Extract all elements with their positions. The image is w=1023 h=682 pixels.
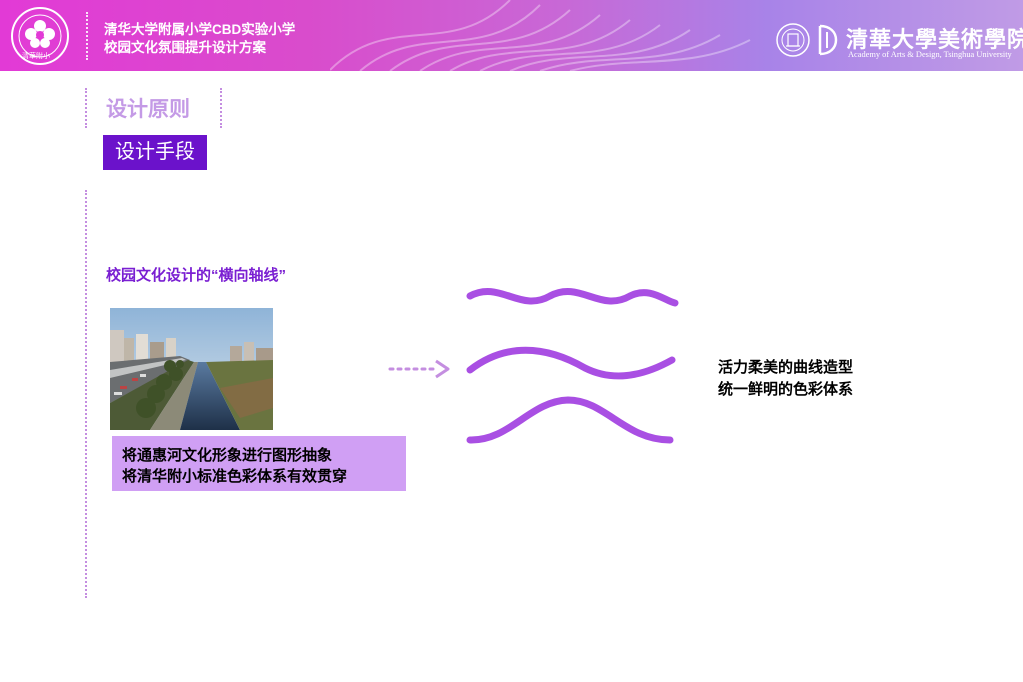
header-title-line2: 校园文化氛围提升设计方案: [104, 40, 266, 55]
tab-design-methods[interactable]: 设计手段: [103, 135, 207, 170]
caption-box: 将通惠河文化形象进行图形抽象 将清华附小标准色彩体系有效贯穿: [112, 436, 406, 491]
header-title-line1: 清华大学附属小学CBD实验小学: [104, 22, 296, 37]
academy-name-en: Academy of Arts & Design, Tsinghua Unive…: [848, 50, 1012, 59]
academy-logo-icon: [776, 23, 810, 57]
wave-line-top: [466, 288, 679, 307]
dotted-divider-left: [85, 88, 87, 128]
axis-heading: 校园文化设计的“横向轴线”: [106, 267, 287, 284]
dotted-divider-right: [220, 88, 222, 128]
dotted-arrow-icon: [388, 359, 450, 379]
caption-line-1: 将通惠河文化形象进行图形抽象: [122, 447, 333, 464]
wave-line-middle: [466, 346, 676, 380]
caption-line-2: 将清华附小标准色彩体系有效贯穿: [122, 468, 348, 485]
header-swirl-decoration: [330, 0, 751, 71]
result-line-2: 统一鲜明的色彩体系: [718, 381, 854, 398]
header-separator: [86, 12, 88, 60]
header-banner: 清華附小 清华大学附属小学CBD实验小学 校园文化氛围提升设计方案 清華大學美術…: [0, 0, 1023, 71]
academy-mark-icon: [818, 24, 838, 56]
wave-graphics: [466, 288, 679, 444]
result-text: 活力柔美的曲线造型 统一鲜明的色彩体系: [718, 357, 853, 401]
section-title[interactable]: 设计原则: [106, 93, 190, 123]
header-title: 清华大学附属小学CBD实验小学 校园文化氛围提升设计方案: [104, 21, 295, 57]
school-logo-text: 清華附小: [22, 52, 50, 60]
wave-line-bottom: [466, 396, 674, 444]
dotted-divider-content: [85, 190, 87, 598]
result-line-1: 活力柔美的曲线造型: [718, 359, 854, 376]
river-photo: [110, 308, 273, 430]
